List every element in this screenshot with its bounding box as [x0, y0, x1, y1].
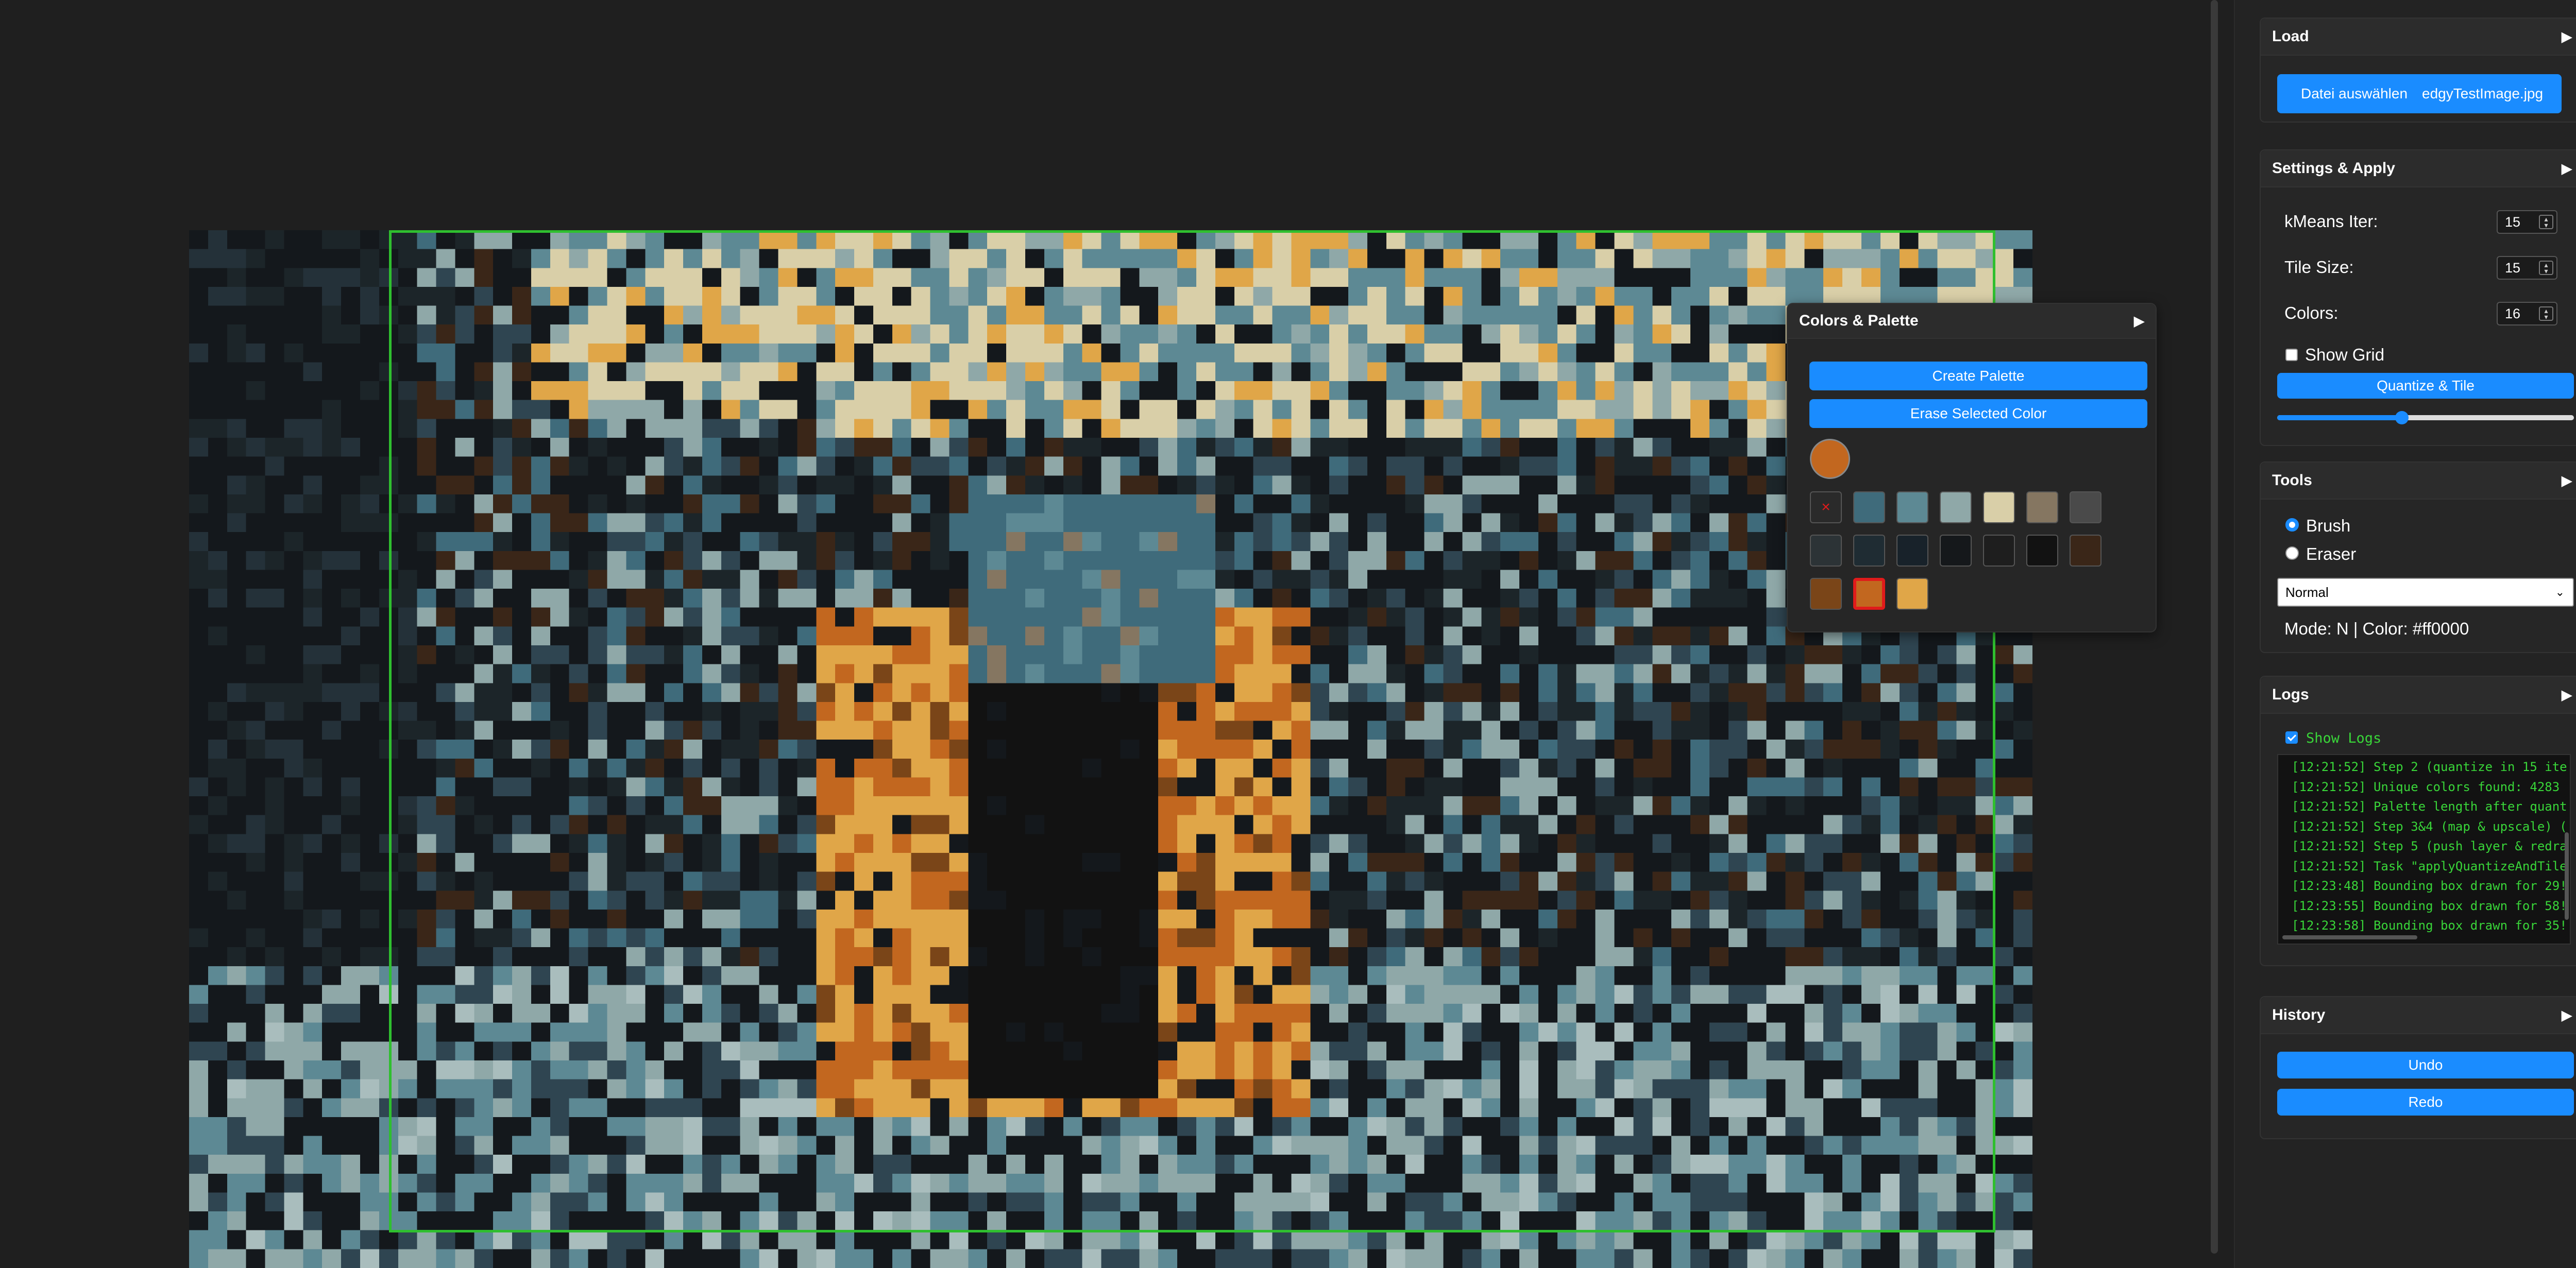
- log-line: [12:21:52] Step 5 (push layer & redra: [2292, 839, 2567, 853]
- canvas-scrollbar[interactable]: [2211, 0, 2218, 1254]
- settings-title: Settings & Apply: [2272, 160, 2395, 177]
- load-panel: Load ▶ Datei auswählen edgyTestImage.jpg: [2260, 18, 2576, 123]
- current-color-indicator[interactable]: [1810, 439, 1850, 479]
- colors-input[interactable]: 16 ▴ ▾: [2497, 302, 2557, 325]
- log-line: [12:23:48] Bounding box drawn for 29!: [2292, 879, 2567, 893]
- tools-title: Tools: [2272, 472, 2312, 489]
- sidebar: Load ▶ Datei auswählen edgyTestImage.jpg…: [2234, 0, 2576, 1268]
- brush-radio[interactable]: [2285, 518, 2299, 532]
- colors-palette-title: Colors & Palette: [1799, 312, 1919, 329]
- spinner-icon[interactable]: ▴ ▾: [2539, 215, 2553, 229]
- logs-panel: Logs ▶ Show Logs [12:21:52] Step 2 (quan…: [2260, 676, 2576, 966]
- logs-title: Logs: [2272, 686, 2309, 703]
- slider-thumb[interactable]: [2395, 411, 2409, 424]
- erase-selected-color-button[interactable]: Erase Selected Color: [1809, 399, 2147, 428]
- load-title: Load: [2272, 28, 2309, 45]
- show-logs-label: Show Logs: [2306, 730, 2382, 746]
- palette-swatch[interactable]: [1983, 535, 2015, 567]
- log-line: [12:21:52] Step 2 (quantize in 15 ite: [2292, 760, 2567, 774]
- palette-swatch[interactable]: [2070, 535, 2102, 567]
- log-hscrollbar[interactable]: [2282, 935, 2417, 939]
- collapse-arrow-icon[interactable]: ▶: [2562, 687, 2572, 703]
- palette-swatch[interactable]: [1896, 578, 1928, 610]
- history-panel: History ▶ Undo Redo: [2260, 996, 2576, 1139]
- mode-select[interactable]: Normal ⌄: [2277, 578, 2574, 607]
- create-palette-button[interactable]: Create Palette: [1809, 362, 2147, 390]
- palette-swatch[interactable]: [1853, 578, 1885, 610]
- palette-swatch[interactable]: [2026, 535, 2058, 567]
- palette-swatch[interactable]: [1940, 535, 1972, 567]
- collapse-arrow-icon[interactable]: ▶: [2562, 1007, 2572, 1023]
- tile-size-input[interactable]: 15 ▴ ▾: [2497, 256, 2557, 280]
- history-header[interactable]: History ▶: [2261, 997, 2576, 1034]
- palette-swatch[interactable]: [2026, 491, 2058, 523]
- log-line: [12:23:55] Bounding box drawn for 58!: [2292, 898, 2567, 913]
- palette-swatch[interactable]: [1940, 491, 1972, 523]
- tools-panel: Tools ▶ Brush Eraser Normal ⌄ Mode: N | …: [2260, 461, 2576, 653]
- log-line: [12:21:52] Palette length after quant: [2292, 799, 2567, 814]
- log-vscrollbar[interactable]: [2565, 832, 2569, 920]
- palette-swatch[interactable]: [1853, 491, 1885, 523]
- palette-swatch[interactable]: [1810, 578, 1842, 610]
- palette-swatch[interactable]: [1896, 491, 1928, 523]
- log-line: [12:21:52] Unique colors found: 4283: [2292, 779, 2560, 794]
- redo-button[interactable]: Redo: [2277, 1089, 2574, 1116]
- log-line: [12:21:52] Step 3&4 (map & upscale) (: [2292, 819, 2567, 834]
- slider-track[interactable]: [2277, 411, 2574, 424]
- collapse-arrow-icon[interactable]: ▶: [2562, 473, 2572, 489]
- log-output[interactable]: [12:21:52] Step 2 (quantize in 15 ite [12…: [2277, 754, 2571, 945]
- collapse-arrow-icon[interactable]: ▶: [2134, 313, 2144, 329]
- palette-swatch[interactable]: [1896, 535, 1928, 567]
- undo-button[interactable]: Undo: [2277, 1052, 2574, 1078]
- canvas-area[interactable]: [0, 0, 2215, 1268]
- palette-swatch[interactable]: [1853, 535, 1885, 567]
- show-logs-checkbox[interactable]: [2285, 731, 2298, 744]
- settings-header[interactable]: Settings & Apply ▶: [2261, 150, 2576, 187]
- log-line: [12:21:52] Task "applyQuantizeAndTile: [2292, 859, 2567, 873]
- mode-select-value: Normal: [2285, 585, 2329, 600]
- mode-status: Mode: N | Color: #ff0000: [2284, 619, 2469, 638]
- quantize-tile-button[interactable]: Quantize & Tile: [2277, 373, 2574, 399]
- colors-palette-header[interactable]: Colors & Palette ▶: [1788, 304, 2156, 339]
- file-chooser[interactable]: Datei auswählen edgyTestImage.jpg: [2277, 74, 2562, 113]
- load-header[interactable]: Load ▶: [2261, 19, 2576, 56]
- brush-label: Brush: [2306, 516, 2351, 535]
- eraser-radio[interactable]: [2285, 546, 2299, 560]
- spinner-icon[interactable]: ▴ ▾: [2539, 261, 2553, 275]
- spinner-icon[interactable]: ▴ ▾: [2539, 306, 2553, 321]
- history-title: History: [2272, 1006, 2326, 1023]
- palette-swatch[interactable]: [1983, 491, 2015, 523]
- pixel-art-canvas[interactable]: [189, 230, 2032, 1268]
- slider-fill: [2277, 415, 2402, 420]
- colors-palette-panel: Colors & Palette ▶ Create Palette Erase …: [1787, 303, 2157, 632]
- tools-header[interactable]: Tools ▶: [2261, 462, 2576, 500]
- chevron-down-icon: ⌄: [2555, 586, 2565, 598]
- logs-header[interactable]: Logs ▶: [2261, 677, 2576, 714]
- choose-file-button[interactable]: Datei auswählen: [2301, 85, 2408, 102]
- kmeans-label: kMeans Iter:: [2284, 212, 2378, 231]
- show-grid-label: Show Grid: [2305, 345, 2385, 364]
- tile-size-label: Tile Size:: [2284, 258, 2354, 277]
- file-name: edgyTestImage.jpg: [2422, 85, 2544, 101]
- settings-panel: Settings & Apply ▶ kMeans Iter: 15 ▴ ▾ Til…: [2260, 149, 2576, 446]
- colors-label: Colors:: [2284, 303, 2338, 322]
- show-grid-checkbox[interactable]: [2285, 349, 2298, 361]
- collapse-arrow-icon[interactable]: ▶: [2562, 161, 2572, 177]
- log-line: [12:23:58] Bounding box drawn for 35!: [2292, 918, 2567, 933]
- eraser-label: Eraser: [2306, 544, 2357, 563]
- collapse-arrow-icon[interactable]: ▶: [2562, 29, 2572, 45]
- palette-swatch[interactable]: [1810, 535, 1842, 567]
- erase-swatch-icon[interactable]: ×: [1810, 491, 1842, 523]
- palette-swatch[interactable]: [2070, 491, 2102, 523]
- kmeans-input[interactable]: 15 ▴ ▾: [2497, 210, 2557, 234]
